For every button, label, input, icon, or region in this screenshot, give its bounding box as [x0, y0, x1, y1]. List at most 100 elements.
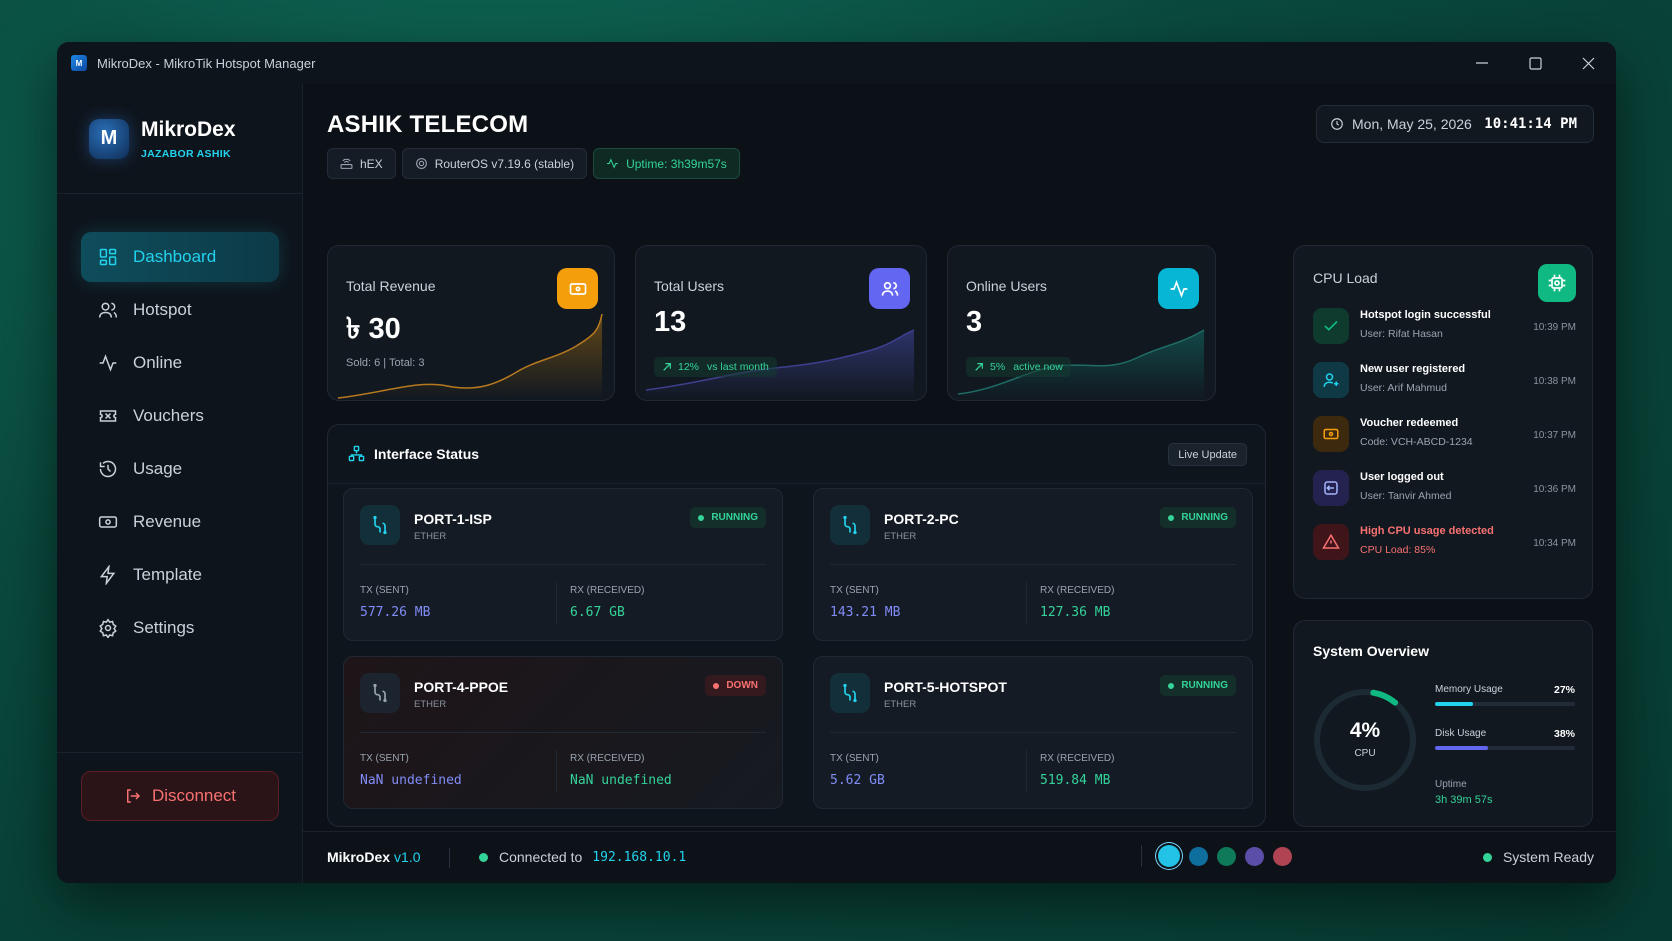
activity-item[interactable]: User logged out User: Tanvir Ahmed 10:36…: [1313, 468, 1576, 512]
sidebar-item-settings[interactable]: Settings: [81, 603, 279, 653]
sidebar-item-dashboard[interactable]: Dashboard: [81, 232, 279, 282]
activity-title: User logged out: [1360, 471, 1444, 483]
online-icon-box: [1158, 268, 1199, 309]
activity-title: Voucher redeemed: [1360, 417, 1459, 429]
cpu-chip-icon: [415, 158, 427, 169]
users-trend-value: 12%: [678, 361, 700, 373]
cpu-icon: [1548, 274, 1566, 292]
sidebar-footer: Disconnect: [57, 752, 302, 821]
connected-ip: 192.168.10.1: [592, 849, 687, 865]
activity-item[interactable]: Hotspot login successful User: Rifat Has…: [1313, 306, 1576, 350]
divider: [1026, 582, 1027, 624]
activity-subtitle: CPU Load: 85%: [1360, 544, 1436, 556]
sidebar-item-label: Usage: [133, 459, 183, 478]
port-name: PORT-5-HOTSPOT: [884, 679, 1007, 695]
user-plus-icon: [1323, 373, 1339, 387]
sidebar: M MikroDex JAZABOR ASHIK Dashboard Hotsp…: [57, 84, 303, 883]
activity-subtitle: User: Arif Mahmud: [1360, 382, 1447, 394]
date-text: Mon, May 25, 2026: [1352, 116, 1472, 132]
network-icon: [348, 445, 365, 462]
theme-swatch-blue[interactable]: [1189, 846, 1208, 866]
cpu-gauge: 4% CPU: [1308, 683, 1422, 797]
port-card[interactable]: PORT-5-HOTSPOT ETHER RUNNING TX (SENT) R…: [813, 656, 1253, 809]
maximize-button[interactable]: [1507, 42, 1563, 84]
activity-title: New user registered: [1360, 363, 1466, 375]
sidebar-item-online[interactable]: Online: [81, 338, 279, 388]
sidebar-item-label: Online: [133, 353, 183, 372]
cpu-settings-button[interactable]: [1538, 264, 1576, 302]
minimize-button[interactable]: [1454, 42, 1510, 84]
tx-label: TX (SENT): [360, 585, 409, 596]
disk-track: [1435, 746, 1575, 750]
port-card[interactable]: PORT-2-PC ETHER RUNNING TX (SENT) RX (RE…: [813, 488, 1253, 641]
disconnect-button[interactable]: Disconnect: [81, 771, 279, 821]
live-update-button[interactable]: Live Update: [1168, 443, 1247, 466]
divider: [328, 483, 1265, 484]
page-title: ASHIK TELECOM: [327, 111, 529, 138]
activity-subtitle: User: Tanvir Ahmed: [1360, 490, 1452, 502]
users-trend-label: vs last month: [707, 361, 769, 373]
sidebar-item-template[interactable]: Template: [81, 550, 279, 600]
port-name: PORT-2-PC: [884, 511, 959, 527]
activity-item[interactable]: High CPU usage detected CPU Load: 85% 10…: [1313, 522, 1576, 566]
statusbar-version: v1.0: [394, 849, 421, 865]
theme-swatch-purple[interactable]: [1245, 846, 1264, 866]
activity-item[interactable]: Voucher redeemed Code: VCH-ABCD-1234 10:…: [1313, 414, 1576, 458]
brand: M MikroDex JAZABOR ASHIK: [57, 84, 302, 194]
rx-label: RX (RECEIVED): [570, 753, 645, 764]
divider: [556, 582, 557, 624]
sidebar-nav: Dashboard Hotspot Online Vouchers Usage …: [81, 232, 279, 656]
rx-label: RX (RECEIVED): [570, 585, 645, 596]
brand-name: MikroDex: [141, 117, 236, 141]
main-content: ASHIK TELECOM hEX RouterOS v7.19.6 (stab…: [303, 84, 1616, 883]
device-chips: hEX RouterOS v7.19.6 (stable) Uptime: 3h…: [327, 148, 740, 179]
activity-icon-box: [1313, 308, 1349, 344]
status-dot: [698, 514, 705, 521]
port-card[interactable]: PORT-4-PPOE ETHER DOWN TX (SENT) RX (REC…: [343, 656, 783, 809]
ticket-icon: [99, 410, 117, 422]
memory-fill: [1435, 702, 1473, 706]
sidebar-item-usage[interactable]: Usage: [81, 444, 279, 494]
uptime-block: Uptime 3h 39m 57s: [1435, 779, 1492, 806]
online-users-value: 3: [966, 306, 983, 338]
disk-percent: 38%: [1553, 728, 1575, 740]
tx-value: 143.21 MB: [830, 605, 901, 620]
theme-swatch-red[interactable]: [1273, 846, 1292, 866]
sidebar-item-hotspot[interactable]: Hotspot: [81, 285, 279, 335]
gear-icon: [99, 618, 117, 638]
activity-item[interactable]: New user registered User: Arif Mahmud 10…: [1313, 360, 1576, 404]
connection-dot: [479, 852, 488, 862]
port-card[interactable]: PORT-1-ISP ETHER RUNNING TX (SENT) RX (R…: [343, 488, 783, 641]
os-chip: RouterOS v7.19.6 (stable): [401, 148, 588, 179]
system-overview-title: System Overview: [1313, 643, 1429, 659]
activity-icon-box: [1313, 524, 1349, 560]
sidebar-item-revenue[interactable]: Revenue: [81, 497, 279, 547]
cpu-gauge-value: 4%: [1349, 719, 1381, 742]
brand-subtitle: JAZABOR ASHIK: [141, 147, 231, 160]
port-type: ETHER: [414, 699, 447, 710]
app-window: M MikroDex - MikroTik Hotspot Manager M …: [57, 42, 1616, 883]
activity-time: 10:36 PM: [1533, 484, 1576, 495]
activity-icon: [1170, 279, 1187, 298]
theme-swatch-cyan[interactable]: [1158, 845, 1180, 867]
sidebar-item-label: Revenue: [133, 512, 202, 531]
port-icon-box: [360, 505, 400, 545]
ethernet-port-icon: [373, 515, 387, 535]
close-button[interactable]: [1560, 42, 1616, 84]
check-icon: [1324, 320, 1338, 331]
interface-panel-title: Interface Status: [374, 445, 480, 462]
brand-logo: M: [89, 118, 129, 159]
users-icon: [881, 281, 898, 296]
uptime-label: Uptime: [1435, 779, 1467, 790]
rx-label: RX (RECEIVED): [1040, 585, 1115, 596]
tx-value: NaN undefined: [360, 773, 462, 788]
uptime-text: Uptime: 3h39m57s: [626, 156, 727, 171]
sidebar-item-vouchers[interactable]: Vouchers: [81, 391, 279, 441]
disk-fill: [1435, 746, 1489, 750]
theme-swatch-green[interactable]: [1217, 846, 1236, 866]
app-icon: M: [71, 55, 87, 71]
activity-subtitle: Code: VCH-ABCD-1234: [1360, 436, 1473, 448]
status-text: RUNNING: [1181, 680, 1228, 691]
ethernet-port-icon: [843, 683, 857, 703]
status-dot: [1168, 682, 1175, 689]
